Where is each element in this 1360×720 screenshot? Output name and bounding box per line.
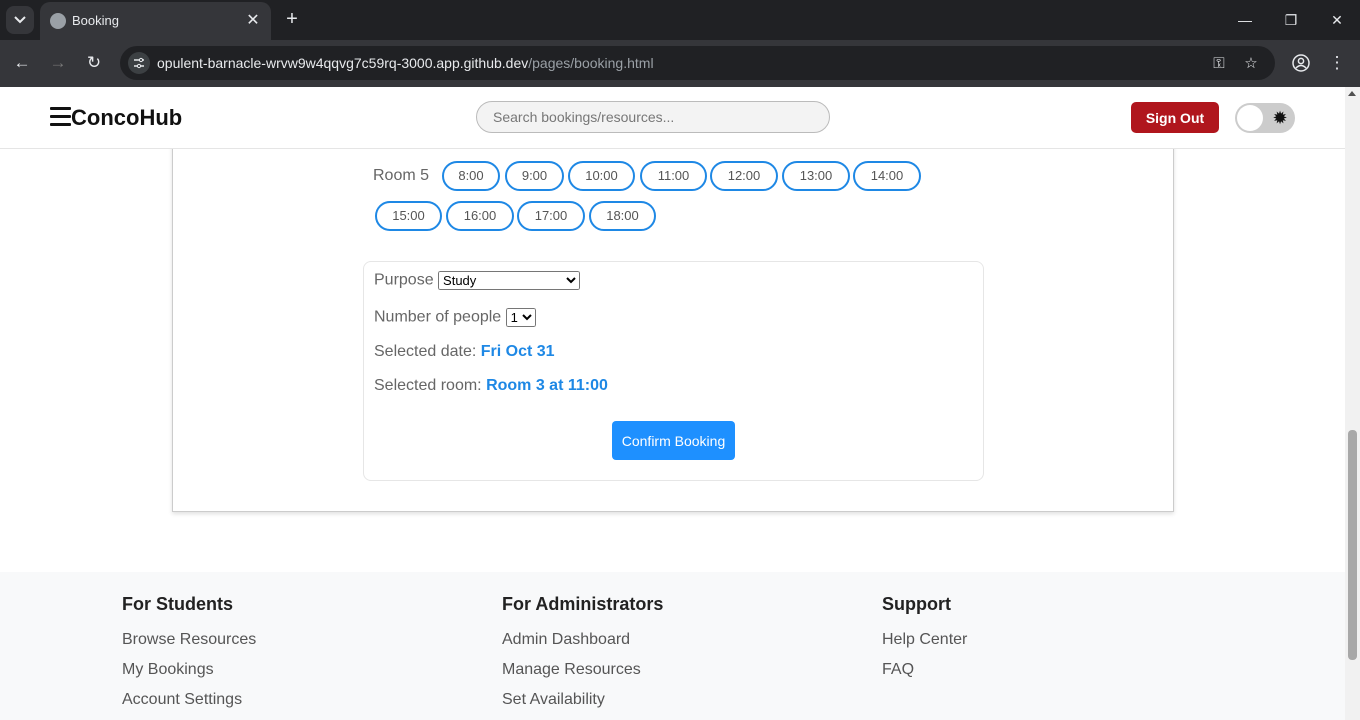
time-slot[interactable]: 16:00 [446,201,514,231]
browser-tab[interactable]: Booking ✕ [40,2,271,40]
time-slot[interactable]: 12:00 [710,161,778,191]
selected-room-label: Selected room: [374,377,482,394]
sign-out-button[interactable]: Sign Out [1131,102,1219,133]
footer-link-account-settings[interactable]: Account Settings [122,690,256,720]
url-host: opulent-barnacle-wrvw9w4qqvg7c59rq-3000.… [157,55,529,71]
chevron-down-icon [14,16,26,24]
selected-date-value: Fri Oct 31 [480,343,555,360]
menu-kebab-icon[interactable]: ⋮ [1324,50,1350,76]
footer-heading: For Administrators [502,594,664,614]
site-info-icon[interactable] [128,52,150,74]
time-slot[interactable]: 17:00 [517,201,585,231]
footer-link-faq[interactable]: FAQ [882,660,967,690]
time-slot[interactable]: 9:00 [505,161,564,191]
footer-link-browse-resources[interactable]: Browse Resources [122,630,256,660]
close-icon[interactable]: ✕ [243,10,263,30]
footer-link-set-availability[interactable]: Set Availability [502,690,663,720]
search-input[interactable] [476,101,830,133]
brand-logo[interactable]: ConcoHub [71,105,182,131]
selected-room-value: Room 3 at 11:00 [486,377,608,394]
booking-card: Room 5 8:00 9:00 10:00 11:00 12:00 13:00… [172,87,1174,512]
footer-students: For Students Browse Resources My Booking… [122,594,256,720]
purpose-label: Purpose [374,271,434,289]
site-footer: For Students Browse Resources My Booking… [0,572,1345,720]
page-viewport: ConcoHub Sign Out ✹ Room 5 8:00 9:00 10:… [0,87,1345,720]
people-row: Number of people 1 [374,308,536,327]
confirm-booking-button[interactable]: Confirm Booking [612,421,735,460]
footer-support: Support Help Center FAQ [882,594,967,690]
key-icon[interactable]: ⚿ [1209,53,1229,73]
time-slot[interactable]: 14:00 [853,161,921,191]
purpose-select[interactable]: Study [438,271,581,290]
sun-icon: ✹ [1272,108,1288,128]
window-close-icon[interactable]: ✕ [1325,8,1349,32]
footer-link-manage-resources[interactable]: Manage Resources [502,660,663,690]
booking-form: Purpose Study Number of people 1 Selecte… [363,261,984,481]
footer-link-help-center[interactable]: Help Center [882,630,967,660]
selected-date-row: Selected date: Fri Oct 31 [374,343,555,361]
profile-icon[interactable] [1288,50,1314,76]
time-slot[interactable]: 13:00 [782,161,850,191]
back-icon[interactable]: ← [9,50,35,76]
toggle-knob [1237,105,1263,131]
people-label: Number of people [374,308,502,326]
room-label: Room 5 [373,167,430,184]
browser-toolbar: ← → ↻ opulent-barnacle-wrvw9w4qqvg7c59rq… [0,40,1360,87]
purpose-row: Purpose Study [374,271,581,290]
time-slot[interactable]: 8:00 [442,161,500,191]
address-bar[interactable]: opulent-barnacle-wrvw9w4qqvg7c59rq-3000.… [120,46,1275,80]
star-icon[interactable]: ☆ [1241,53,1261,73]
site-header: ConcoHub Sign Out ✹ [0,87,1345,149]
time-slot[interactable]: 18:00 [589,201,656,231]
scroll-thumb[interactable] [1348,430,1357,660]
globe-icon [50,13,66,29]
reload-icon[interactable]: ↻ [81,50,107,76]
scroll-up-icon[interactable] [1348,91,1356,96]
minimize-icon[interactable]: — [1233,8,1257,32]
time-slot[interactable]: 15:00 [375,201,442,231]
footer-heading: For Students [122,594,233,614]
footer-heading: Support [882,594,951,614]
new-tab-button[interactable]: + [281,8,303,30]
hamburger-icon[interactable] [50,107,71,128]
url-text: opulent-barnacle-wrvw9w4qqvg7c59rq-3000.… [157,55,654,71]
url-path: /pages/booking.html [528,55,654,71]
browser-tabbar: Booking ✕ + — ❐ ✕ [0,0,1360,40]
forward-icon[interactable]: → [45,50,71,76]
tab-title: Booking [72,13,119,28]
people-select[interactable]: 1 [505,308,536,327]
page-scrollbar[interactable] [1345,87,1360,720]
footer-link-admin-dashboard[interactable]: Admin Dashboard [502,630,663,660]
time-slot[interactable]: 11:00 [640,161,707,191]
restore-icon[interactable]: ❐ [1279,8,1303,32]
footer-link-my-bookings[interactable]: My Bookings [122,660,256,690]
selected-date-label: Selected date: [374,343,477,360]
selected-room-row: Selected room: Room 3 at 11:00 [374,377,608,395]
footer-admins: For Administrators Admin Dashboard Manag… [502,594,663,720]
time-slot[interactable]: 10:00 [568,161,635,191]
theme-toggle[interactable]: ✹ [1235,103,1295,133]
tab-list-button[interactable] [6,6,34,34]
